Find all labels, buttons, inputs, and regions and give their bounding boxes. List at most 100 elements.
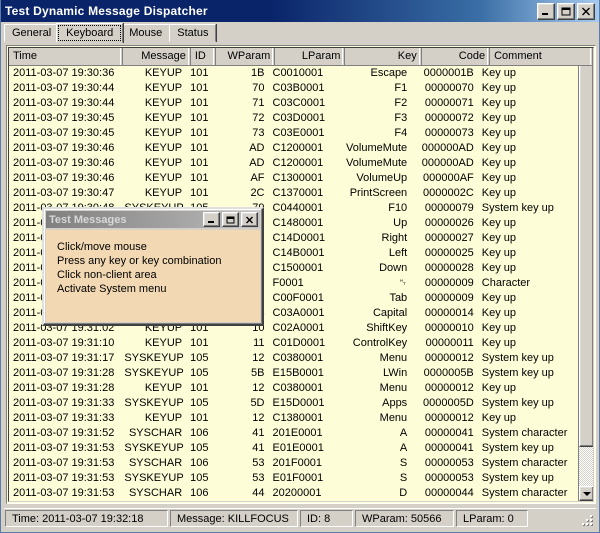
table-row[interactable]: 2011-03-07 19:30:36 KEYUP 101 1B C0010001 Esc…: [9, 66, 578, 81]
table-row[interactable]: 2011-03-07 19:30:44 KEYUP 101 70 C03B0001 F1 0…: [9, 81, 578, 96]
cell-comment: System key up: [481, 352, 554, 364]
table-row[interactable]: 2011-03-07 19:30:47 KEYUP 101 2C C1370001 Pri…: [9, 186, 578, 201]
column-header-id[interactable]: ID: [190, 48, 216, 65]
cell-lparam: C14D0001: [272, 232, 326, 244]
close-button[interactable]: [577, 2, 595, 20]
column-header-message[interactable]: Message: [123, 48, 191, 65]
cell-key: Up: [393, 217, 408, 229]
column-header-wparam[interactable]: WParam: [215, 48, 276, 65]
resize-grip-icon[interactable]: [580, 513, 594, 527]
minimize-button[interactable]: [537, 2, 555, 20]
cell-code: 00000012: [424, 352, 474, 364]
dialog-title: Test Messages: [49, 213, 127, 226]
cell-lparam: C0440001: [272, 202, 324, 214]
table-row[interactable]: 2011-03-07 19:30:45 KEYUP 101 72 C03D0001 F3 0…: [9, 111, 578, 126]
column-header-lparam[interactable]: LParam: [275, 48, 346, 65]
cell-id: 101: [190, 142, 209, 154]
table-row[interactable]: 2011-03-07 19:31:53 SYSKEYUP 105 53 E01F0001…: [9, 471, 578, 486]
cell-comment: Key up: [481, 382, 517, 394]
table-row[interactable]: 2011-03-07 19:31:33 KEYUP 101 12 C1380001 Men…: [9, 411, 578, 426]
maximize-button[interactable]: [557, 2, 575, 20]
status-lparam: LParam: 0: [456, 510, 528, 527]
cell-code: 00000011: [425, 337, 474, 349]
column-header-code[interactable]: Code: [421, 48, 491, 65]
table-row[interactable]: 2011-03-07 19:30:45 KEYUP 101 73 C03E0001 F4 0…: [9, 126, 578, 141]
cell-comment: Character: [481, 277, 531, 289]
cell-lparam: C0380001: [272, 352, 324, 364]
dialog-line-1: Click/move mouse: [57, 241, 147, 253]
tab-status[interactable]: Status: [169, 24, 217, 42]
cell-id: 105: [190, 397, 209, 409]
scroll-down-button[interactable]: [579, 486, 593, 501]
dialog-maximize-button[interactable]: [222, 212, 239, 227]
dialog-title-bar[interactable]: Test Messages: [46, 211, 260, 228]
cell-code: 0000001B: [423, 67, 474, 79]
cell-wparam: 41: [252, 442, 265, 454]
cell-comment: System character: [481, 457, 568, 469]
table-row[interactable]: 2011-03-07 19:30:46 KEYUP 101 AD C1200001 Vol…: [9, 156, 578, 171]
cell-id: 106: [190, 457, 209, 469]
cell-lparam: C03C0001: [272, 97, 326, 109]
table-row[interactable]: 2011-03-07 19:31:28 SYSKEYUP 105 5B E15B0001…: [9, 366, 578, 381]
cell-time: 2011-03-07 19:31:52: [13, 427, 115, 439]
column-header-time[interactable]: Time: [9, 48, 124, 65]
cell-comment: Key up: [481, 67, 517, 79]
cell-id: 101: [190, 382, 209, 394]
tab-general[interactable]: General: [4, 24, 60, 42]
table-row[interactable]: 2011-03-07 19:30:44 KEYUP 101 71 C03C0001 F2 0…: [9, 96, 578, 111]
cell-wparam: 12: [252, 352, 265, 364]
cell-code: 00000072: [424, 112, 474, 124]
tab-keyboard[interactable]: Keyboard: [56, 23, 124, 43]
column-header-key[interactable]: Key: [345, 48, 422, 65]
cell-id: 101: [190, 337, 209, 349]
cell-id: 105: [190, 442, 209, 454]
cell-code: 00000041: [424, 427, 474, 439]
table-row[interactable]: 2011-03-07 19:31:53 SYSCHAR 106 44 20200001 D…: [9, 486, 578, 501]
cell-wparam: AD: [249, 142, 265, 154]
cell-message: KEYUP: [144, 382, 183, 394]
tab-mouse[interactable]: Mouse: [121, 24, 171, 42]
cell-comment: Key up: [481, 322, 517, 334]
cell-lparam: C0380001: [272, 382, 324, 394]
cell-wparam: 73: [252, 127, 265, 139]
cell-wparam: 53: [252, 457, 265, 469]
table-row[interactable]: 2011-03-07 19:30:46 KEYUP 101 AD C1200001 Vol…: [9, 141, 578, 156]
test-messages-dialog[interactable]: Test Messages Click/move mouse Press any…: [42, 207, 264, 326]
table-row[interactable]: 2011-03-07 19:31:33 SYSKEYUP 105 5D E15D0001…: [9, 396, 578, 411]
scrollbar-thumb[interactable]: [579, 57, 593, 447]
cell-code: 00000009: [424, 277, 474, 289]
dialog-line-4: Activate System menu: [57, 283, 167, 295]
cell-wparam: 72: [252, 112, 265, 124]
table-row[interactable]: 2011-03-07 19:31:17 SYSKEYUP 105 12 C0380001…: [9, 351, 578, 366]
cell-id: 101: [190, 157, 209, 169]
cell-code: 00000014: [424, 307, 474, 319]
vertical-scrollbar[interactable]: [578, 48, 593, 501]
column-header-comment[interactable]: Comment: [490, 48, 593, 65]
table-row[interactable]: 2011-03-07 19:31:10 KEYUP 101 11 C01D0001 Con…: [9, 336, 578, 351]
cell-lparam: C1200001: [272, 142, 324, 154]
table-row[interactable]: 2011-03-07 19:30:46 KEYUP 101 AF C1300001 Vol…: [9, 171, 578, 186]
dialog-client-area[interactable]: Click/move mouse Press any key or key co…: [46, 230, 260, 322]
cell-wparam: 5D: [250, 397, 265, 409]
dialog-minimize-button[interactable]: [203, 212, 220, 227]
cell-comment: Key up: [481, 97, 517, 109]
cell-comment: Key up: [481, 127, 517, 139]
table-row[interactable]: 2011-03-07 19:31:52 SYSCHAR 106 41 201E0001 A…: [9, 426, 578, 441]
table-row[interactable]: 2011-03-07 19:31:53 SYSKEYUP 105 41 E01E0001…: [9, 441, 578, 456]
cell-lparam: C1480001: [272, 217, 324, 229]
title-bar[interactable]: Test Dynamic Message Dispatcher: [1, 0, 599, 22]
cell-wparam: 12: [252, 382, 265, 394]
dialog-close-button[interactable]: [241, 212, 258, 227]
cell-id: 101: [190, 67, 209, 79]
cell-lparam: C02A0001: [272, 322, 325, 334]
cell-code: 00000026: [424, 217, 474, 229]
table-row[interactable]: 2011-03-07 19:31:28 KEYUP 101 12 C0380001 Men…: [9, 381, 578, 396]
cell-message: KEYUP: [144, 97, 183, 109]
cell-code: 00000027: [424, 232, 474, 244]
cell-time: 2011-03-07 19:30:45: [13, 112, 115, 124]
status-time: Time: 2011-03-07 19:32:18: [5, 510, 168, 527]
table-row[interactable]: 2011-03-07 19:31:53 SYSCHAR 106 53 201F0001 S…: [9, 456, 578, 471]
cell-comment: Key up: [481, 307, 517, 319]
cell-key: A: [399, 427, 408, 439]
status-bar: Time: 2011-03-07 19:32:18 Message: KILLF…: [4, 508, 596, 528]
